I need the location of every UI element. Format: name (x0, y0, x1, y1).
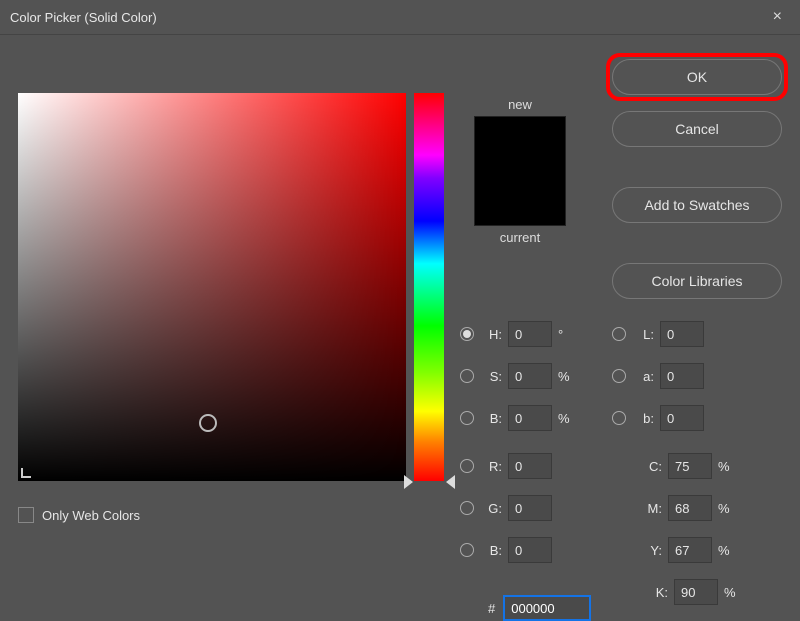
button-column: OK Cancel Add to Swatches Color Librarie… (612, 59, 782, 299)
label-h: H: (480, 327, 502, 342)
window-title: Color Picker (Solid Color) (10, 10, 157, 25)
row-g-m: G: M: % (460, 491, 790, 525)
label-r: R: (480, 459, 502, 474)
cancel-button[interactable]: Cancel (612, 111, 782, 147)
input-r[interactable] (508, 453, 552, 479)
label-s: S: (480, 369, 502, 384)
input-h[interactable] (508, 321, 552, 347)
label-b-lab: b: (632, 411, 654, 426)
hex-row: # (488, 595, 591, 621)
swatch-new-color (475, 117, 565, 171)
radio-s[interactable] (460, 369, 474, 383)
radio-b-rgb[interactable] (460, 543, 474, 557)
saturation-value-field[interactable] (18, 93, 406, 481)
radio-a[interactable] (612, 369, 626, 383)
label-b-rgb: B: (480, 543, 502, 558)
input-a[interactable] (660, 363, 704, 389)
input-g[interactable] (508, 495, 552, 521)
web-colors-row: Only Web Colors (18, 507, 140, 523)
radio-b-lab[interactable] (612, 411, 626, 425)
radio-r[interactable] (460, 459, 474, 473)
unit-c: % (718, 459, 736, 474)
ok-button[interactable]: OK (612, 59, 782, 95)
hue-slider-arrow-right-icon (446, 475, 455, 489)
unit-y: % (718, 543, 736, 558)
only-web-colors-checkbox[interactable] (18, 507, 34, 523)
only-web-colors-label: Only Web Colors (42, 508, 140, 523)
radio-h[interactable] (460, 327, 474, 341)
input-l[interactable] (660, 321, 704, 347)
swatch-new-label: new (460, 97, 580, 112)
unit-b-hsb: % (558, 411, 576, 426)
label-l: L: (632, 327, 654, 342)
label-y: Y: (638, 543, 662, 558)
row-r-c: R: C: % (460, 449, 790, 483)
sv-picker-handle[interactable] (199, 414, 217, 432)
radio-g[interactable] (460, 501, 474, 515)
input-m[interactable] (668, 495, 712, 521)
row-b-b: B: % b: (460, 401, 790, 435)
unit-s: % (558, 369, 576, 384)
input-c[interactable] (668, 453, 712, 479)
unit-h: ° (558, 327, 576, 342)
swatch-current-label: current (460, 230, 580, 245)
input-y[interactable] (668, 537, 712, 563)
label-c: C: (638, 459, 662, 474)
titlebar: Color Picker (Solid Color) × (0, 0, 800, 35)
radio-b-hsb[interactable] (460, 411, 474, 425)
row-h-l: H: ° L: (460, 317, 790, 351)
input-s[interactable] (508, 363, 552, 389)
unit-m: % (718, 501, 736, 516)
swatch-box (474, 116, 566, 226)
input-b-rgb[interactable] (508, 537, 552, 563)
swatch-compare: new current (460, 97, 580, 245)
row-b-y: B: Y: % (460, 533, 790, 567)
radio-l[interactable] (612, 327, 626, 341)
input-k[interactable] (674, 579, 718, 605)
color-value-fields: H: ° L: S: % a: B: % b: (460, 317, 790, 617)
label-a: a: (632, 369, 654, 384)
label-g: G: (480, 501, 502, 516)
row-s-a: S: % a: (460, 359, 790, 393)
label-k: K: (644, 585, 668, 600)
sv-corner-icon (21, 468, 31, 478)
color-libraries-button[interactable]: Color Libraries (612, 263, 782, 299)
add-to-swatches-button[interactable]: Add to Swatches (612, 187, 782, 223)
input-b-lab[interactable] (660, 405, 704, 431)
dialog-body: new current OK Cancel Add to Swatches Co… (0, 35, 800, 65)
close-icon[interactable]: × (767, 6, 788, 28)
hue-slider-arrow-left-icon (404, 475, 413, 489)
label-b-hsb: B: (480, 411, 502, 426)
hex-input[interactable] (503, 595, 591, 621)
swatch-current-color (475, 171, 565, 225)
label-m: M: (638, 501, 662, 516)
hue-slider[interactable] (414, 93, 444, 481)
unit-k: % (724, 585, 742, 600)
input-b-hsb[interactable] (508, 405, 552, 431)
hex-hash-label: # (488, 601, 495, 616)
